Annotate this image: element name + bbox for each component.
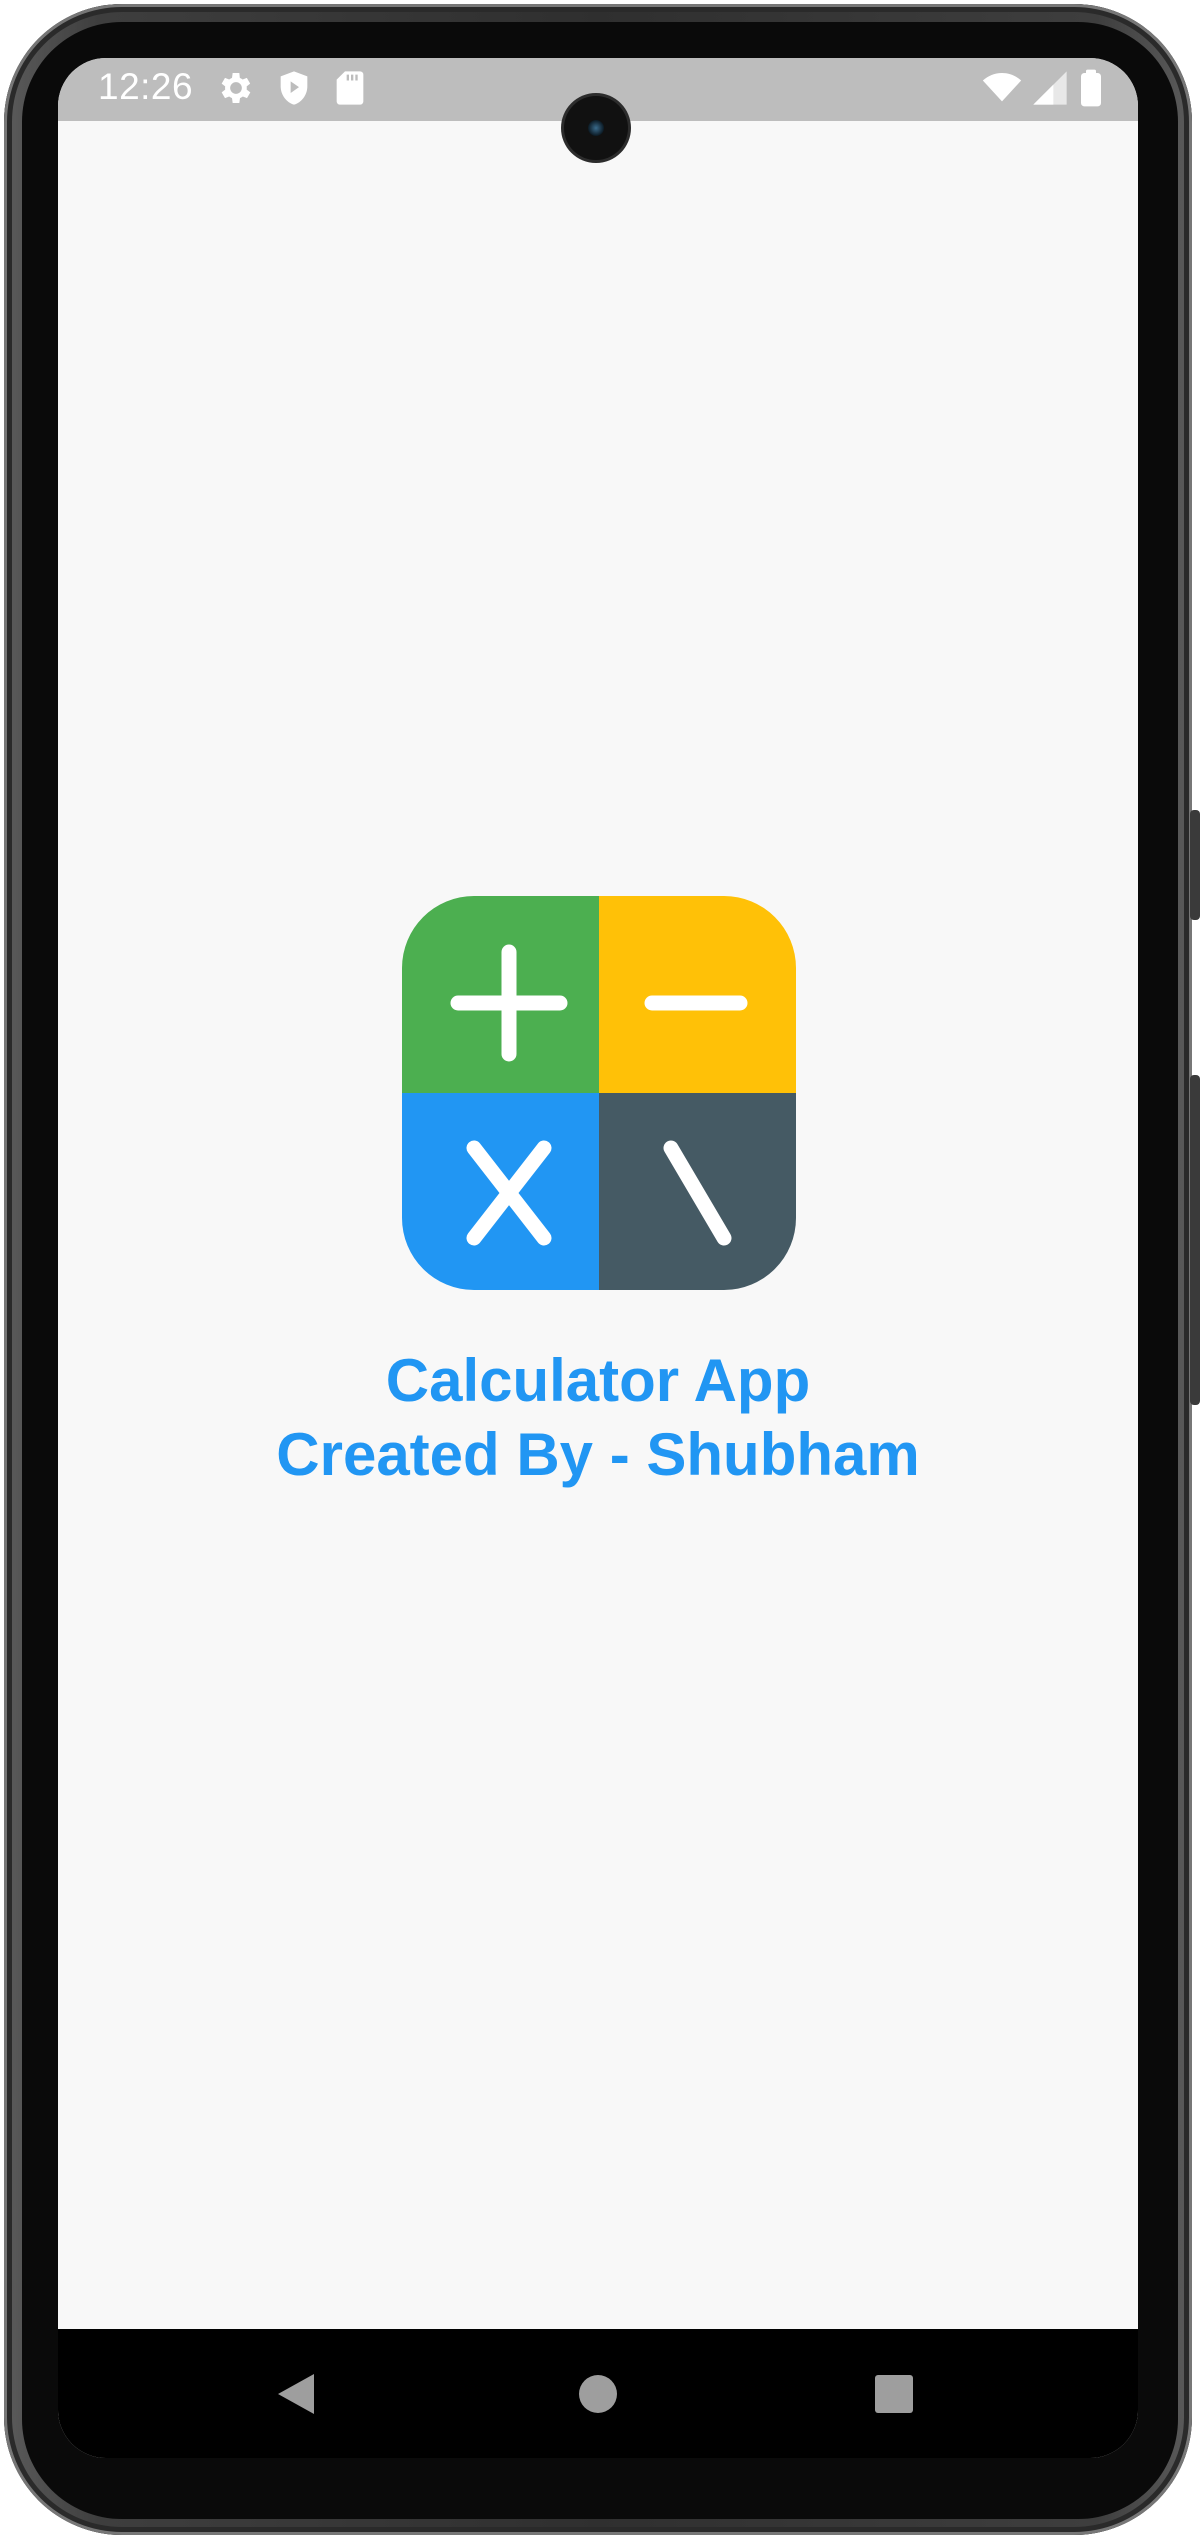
status-time: 12:26 xyxy=(98,66,194,107)
side-button-lower xyxy=(1190,1075,1200,1405)
sd-card-icon xyxy=(336,71,364,105)
side-button-upper xyxy=(1190,810,1200,920)
screen: 12:26 Calculator App Created By - Shubha… xyxy=(58,58,1138,2458)
app-title: Calculator App xyxy=(385,1347,811,1414)
calculator-logo-graphic xyxy=(402,896,796,1290)
author-credit: Created By - Shubham xyxy=(276,1421,920,1488)
calculator-logo xyxy=(402,896,796,1290)
navigation-bar xyxy=(58,2329,1138,2458)
back-button[interactable] xyxy=(236,2329,356,2458)
recents-button[interactable] xyxy=(834,2329,954,2458)
play-protect-icon xyxy=(280,71,308,105)
home-button[interactable] xyxy=(538,2329,658,2458)
logo-quadrant-minus xyxy=(599,896,796,1093)
settings-icon xyxy=(221,73,251,103)
cell-signal-icon xyxy=(1033,71,1067,105)
front-camera xyxy=(564,96,628,160)
recents-icon xyxy=(875,2374,913,2413)
wifi-icon xyxy=(982,73,1022,102)
battery-icon xyxy=(1081,69,1101,107)
back-icon xyxy=(278,2373,314,2414)
phone-device: 12:26 Calculator App Created By - Shubha… xyxy=(0,0,1200,2541)
logo-quadrant-plus xyxy=(402,896,599,1093)
home-icon xyxy=(579,2374,617,2413)
splash-title: Calculator App Created By - Shubham xyxy=(58,1344,1138,1492)
